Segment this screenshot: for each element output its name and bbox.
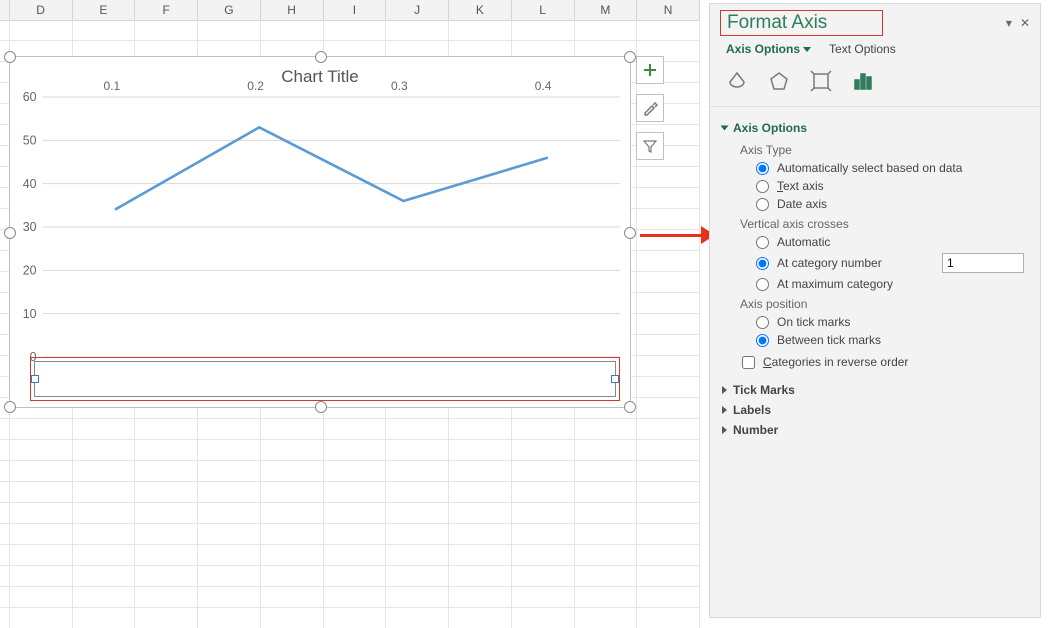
resize-handle[interactable] <box>4 227 16 239</box>
svg-text:50: 50 <box>23 133 37 147</box>
svg-text:20: 20 <box>23 263 37 277</box>
radio-axis-type-text[interactable]: Text axis <box>756 179 1024 193</box>
expand-icon <box>722 406 727 414</box>
section-axis-options[interactable]: Axis Options <box>722 121 1024 135</box>
chevron-down-icon <box>803 47 811 52</box>
vertical-crosses-label: Vertical axis crosses <box>740 217 1024 231</box>
x-tick-label: 0.2 <box>184 79 328 93</box>
chart-filters-button[interactable] <box>636 132 664 160</box>
column-header[interactable]: M <box>575 0 638 20</box>
column-headers: DEFGHIJKLMN <box>0 0 700 21</box>
pane-options-dropdown-icon[interactable]: ▾ <box>1006 16 1012 30</box>
x-axis-labels: 0.10.20.30.4 <box>40 79 615 93</box>
svg-text:0: 0 <box>30 350 37 364</box>
tab-axis-options[interactable]: Axis Options <box>726 42 811 56</box>
radio-crosses-at[interactable]: At category number <box>756 253 1024 273</box>
checkbox-reverse-order[interactable]: Categories in reverse order <box>742 355 1024 369</box>
column-header[interactable]: E <box>73 0 136 20</box>
data-series[interactable] <box>115 127 548 209</box>
size-properties-icon[interactable] <box>810 70 832 92</box>
expand-icon <box>722 426 727 434</box>
radio-axis-type-auto[interactable]: Automatically select based on data <box>756 161 1024 175</box>
expand-icon <box>721 126 729 131</box>
plus-icon <box>642 62 658 78</box>
column-header[interactable]: I <box>324 0 387 20</box>
resize-handle[interactable] <box>4 51 16 63</box>
crosses-at-input[interactable] <box>942 253 1024 273</box>
svg-text:30: 30 <box>23 220 37 234</box>
radio-crosses-max[interactable]: At maximum category <box>756 277 1024 291</box>
radio-pos-between-tick[interactable]: Between tick marks <box>756 333 1024 347</box>
axis-options-icon[interactable] <box>852 70 874 92</box>
annotation-arrow <box>640 226 715 244</box>
x-axis-selection[interactable] <box>30 357 620 401</box>
column-header[interactable]: H <box>261 0 324 20</box>
section-tick-marks[interactable]: Tick Marks <box>722 383 1024 397</box>
chart-styles-button[interactable] <box>636 94 664 122</box>
y-axis-labels: 0 10 20 30 40 50 60 <box>23 90 37 364</box>
column-header[interactable]: J <box>386 0 449 20</box>
format-axis-pane: Format Axis ▾ ✕ Axis Options Text Option… <box>709 3 1041 618</box>
radio-crosses-auto[interactable]: Automatic <box>756 235 1024 249</box>
column-header[interactable]: F <box>135 0 198 20</box>
plot-area[interactable]: 0102030405060 <box>20 97 620 357</box>
x-tick-label: 0.4 <box>471 79 615 93</box>
resize-handle[interactable] <box>315 401 327 413</box>
axis-type-label: Axis Type <box>740 143 1024 157</box>
svg-text:40: 40 <box>23 177 37 191</box>
resize-handle[interactable] <box>624 51 636 63</box>
gridlines <box>43 97 620 357</box>
resize-handle[interactable] <box>624 401 636 413</box>
x-tick-label: 0.1 <box>40 79 184 93</box>
expand-icon <box>722 386 727 394</box>
section-number[interactable]: Number <box>722 423 1024 437</box>
pane-title: Format Axis <box>727 12 827 33</box>
brush-icon <box>642 100 658 116</box>
radio-pos-on-tick[interactable]: On tick marks <box>756 315 1024 329</box>
pane-title-highlight: Format Axis <box>720 10 883 36</box>
resize-handle[interactable] <box>4 401 16 413</box>
chart-elements-button[interactable] <box>636 56 664 84</box>
svg-text:60: 60 <box>23 90 37 104</box>
chart-object[interactable]: Chart Title 0102030405060 0.10.20.30.4 <box>9 56 631 408</box>
axis-position-label: Axis position <box>740 297 1024 311</box>
column-header[interactable]: D <box>10 0 73 20</box>
effects-icon[interactable] <box>768 70 790 92</box>
column-header[interactable]: N <box>637 0 700 20</box>
radio-axis-type-date[interactable]: Date axis <box>756 197 1024 211</box>
close-icon[interactable]: ✕ <box>1020 16 1030 30</box>
section-labels[interactable]: Labels <box>722 403 1024 417</box>
svg-text:10: 10 <box>23 307 37 321</box>
funnel-icon <box>642 138 658 154</box>
fill-line-icon[interactable] <box>726 70 748 92</box>
column-header[interactable]: K <box>449 0 512 20</box>
resize-handle[interactable] <box>315 51 327 63</box>
x-tick-label: 0.3 <box>328 79 472 93</box>
column-header[interactable]: G <box>198 0 261 20</box>
column-header[interactable]: L <box>512 0 575 20</box>
tab-text-options[interactable]: Text Options <box>829 42 896 56</box>
resize-handle[interactable] <box>624 227 636 239</box>
